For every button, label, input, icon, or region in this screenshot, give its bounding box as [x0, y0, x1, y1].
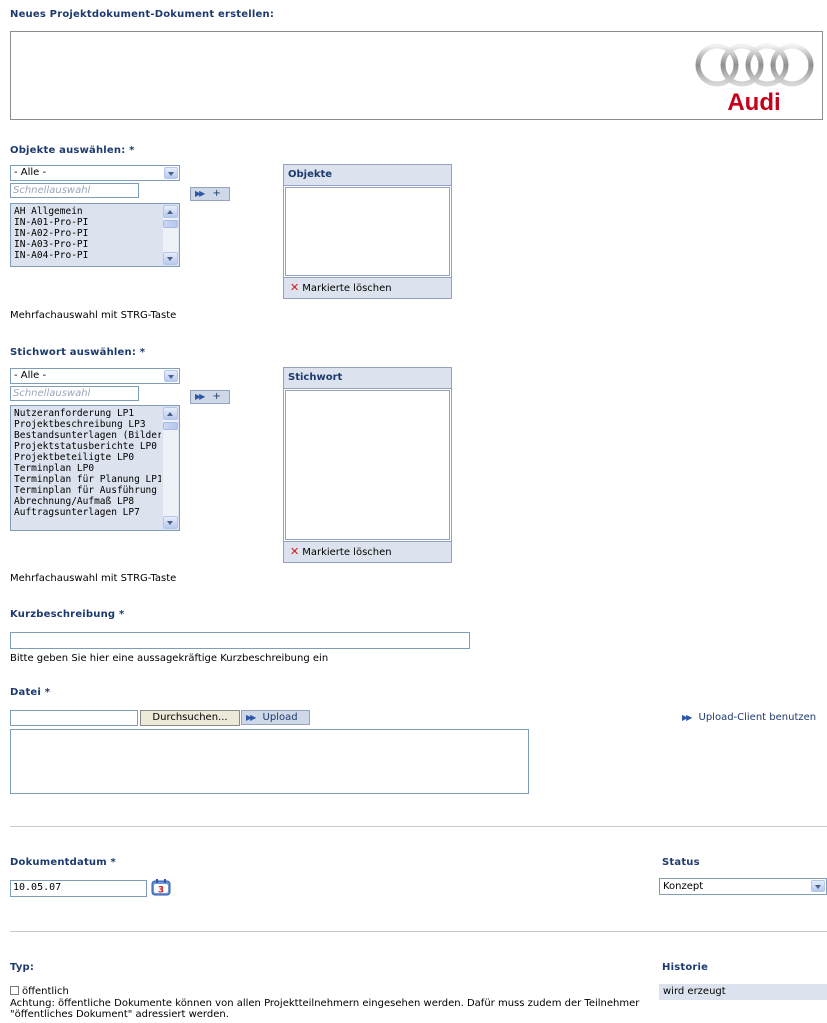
audi-wordmark: Audi: [727, 89, 780, 116]
historie-heading: Historie: [662, 962, 709, 973]
list-item[interactable]: Projektbeschreibung LP3: [14, 419, 161, 430]
datum-input[interactable]: 10.05.07: [10, 880, 147, 897]
objekte-delete-button[interactable]: ✕ Markierte löschen: [284, 277, 451, 298]
double-arrow-icon: ▶▶: [682, 713, 692, 722]
objekte-add-button[interactable]: ▶▶ +: [190, 187, 230, 201]
list-item[interactable]: Terminplan für Ausführung: [14, 485, 161, 496]
kurz-hint: Bitte geben Sie hier eine aussagekräftig…: [10, 653, 329, 664]
chevron-down-icon: [164, 370, 178, 382]
list-item[interactable]: IN-A01-Pro-PI: [14, 217, 161, 228]
objekte-hint: Mehrfachauswahl mit STRG-Taste: [10, 310, 177, 321]
stichwort-listbox[interactable]: Nutzeranforderung LP1 Projektbeschreibung…: [10, 405, 180, 531]
objekte-listbox[interactable]: AH Allgemein IN-A01-Pro-PI IN-A02-Pro-PI IN…: [10, 203, 180, 267]
scroll-down-icon[interactable]: [163, 516, 178, 529]
list-item[interactable]: Auftragsunterlagen LP7: [14, 507, 161, 518]
list-item[interactable]: AH Allgemein: [14, 206, 161, 217]
chevron-down-icon: [164, 167, 178, 179]
datei-file-input[interactable]: [10, 710, 138, 726]
scrollbar[interactable]: [163, 205, 178, 265]
divider: [10, 826, 827, 827]
objekte-heading: Objekte auswählen: *: [10, 145, 135, 156]
kurz-heading: Kurzbeschreibung *: [10, 609, 125, 620]
list-item[interactable]: Projektstatusberichte LP0: [14, 441, 161, 452]
list-item[interactable]: Terminplan LP0: [14, 463, 161, 474]
scroll-thumb[interactable]: [163, 422, 178, 430]
logo-area: Audi: [10, 31, 823, 120]
objekte-quick-input[interactable]: Schnellauswahl: [10, 183, 139, 198]
page-title: Neues Projektdokument-Dokument erstellen…: [10, 9, 275, 20]
datei-file-list[interactable]: [10, 729, 529, 794]
list-item[interactable]: Bestandsunterlagen (Bilder: [14, 430, 161, 441]
svg-text:3: 3: [158, 886, 164, 896]
status-heading: Status: [662, 857, 700, 868]
double-arrow-icon: ▶▶: [195, 392, 205, 401]
stichwort-hint: Mehrfachauswahl mit STRG-Taste: [10, 573, 177, 584]
list-item[interactable]: IN-A02-Pro-PI: [14, 228, 161, 239]
delete-x-icon: ✕: [290, 281, 300, 294]
stichwort-panel: Stichwort ✕ Markierte löschen: [283, 367, 452, 563]
browse-button[interactable]: Durchsuchen...: [140, 710, 240, 726]
historie-value: wird erzeugt: [659, 984, 827, 1000]
stichwort-quick-input[interactable]: Schnellauswahl: [10, 386, 139, 401]
stichwort-list-items: Nutzeranforderung LP1 Projektbeschreibung…: [14, 408, 161, 518]
stichwort-delete-button[interactable]: ✕ Markierte löschen: [284, 541, 451, 562]
oeffentlich-checkbox[interactable]: [10, 986, 19, 995]
list-item[interactable]: IN-A04-Pro-PI: [14, 250, 161, 261]
scroll-up-icon[interactable]: [163, 205, 178, 218]
typ-heading: Typ:: [10, 962, 35, 973]
scroll-thumb[interactable]: [163, 220, 178, 228]
double-arrow-icon: ▶▶: [246, 713, 256, 722]
calendar-icon[interactable]: 3: [151, 878, 171, 896]
scroll-up-icon[interactable]: [163, 407, 178, 420]
list-item[interactable]: Abrechnung/Aufmaß LP8: [14, 496, 161, 507]
objekte-panel: Objekte ✕ Markierte löschen: [283, 164, 452, 299]
scrollbar[interactable]: [163, 407, 178, 529]
double-arrow-icon: ▶▶: [195, 189, 205, 198]
datum-heading: Dokumentdatum *: [10, 857, 116, 868]
oeffentlich-label: öffentlich: [22, 986, 69, 997]
list-item[interactable]: Nutzeranforderung LP1: [14, 408, 161, 419]
scroll-down-icon[interactable]: [163, 252, 178, 265]
stichwort-panel-title: Stichwort: [284, 368, 451, 389]
delete-x-icon: ✕: [290, 545, 300, 558]
stichwort-heading: Stichwort auswählen: *: [10, 347, 146, 358]
objekte-list-items: AH Allgemein IN-A01-Pro-PI IN-A02-Pro-PI IN…: [14, 206, 161, 261]
stichwort-filter-select[interactable]: - Alle -: [10, 368, 180, 384]
status-select[interactable]: Konzept: [659, 878, 827, 895]
list-item[interactable]: Projektbeteiligte LP0: [14, 452, 161, 463]
upload-client-link[interactable]: ▶▶ Upload-Client benutzen: [682, 712, 816, 723]
stichwort-selected-list[interactable]: [285, 390, 450, 540]
objekte-filter-select[interactable]: - Alle -: [10, 165, 180, 181]
upload-button[interactable]: ▶▶ Upload: [241, 710, 310, 725]
divider: [10, 931, 827, 932]
audi-logo: Audi: [695, 43, 814, 116]
chevron-down-icon: [811, 880, 825, 892]
kurz-input[interactable]: [10, 632, 470, 649]
list-item[interactable]: Terminplan für Planung LP1: [14, 474, 161, 485]
objekte-selected-list[interactable]: [285, 187, 450, 276]
list-item[interactable]: IN-A03-Pro-PI: [14, 239, 161, 250]
objekte-panel-title: Objekte: [284, 165, 451, 186]
typ-note: Achtung: öffentliche Dokumente können vo…: [10, 998, 640, 1020]
datei-heading: Datei *: [10, 687, 51, 698]
stichwort-add-button[interactable]: ▶▶ +: [190, 390, 230, 404]
